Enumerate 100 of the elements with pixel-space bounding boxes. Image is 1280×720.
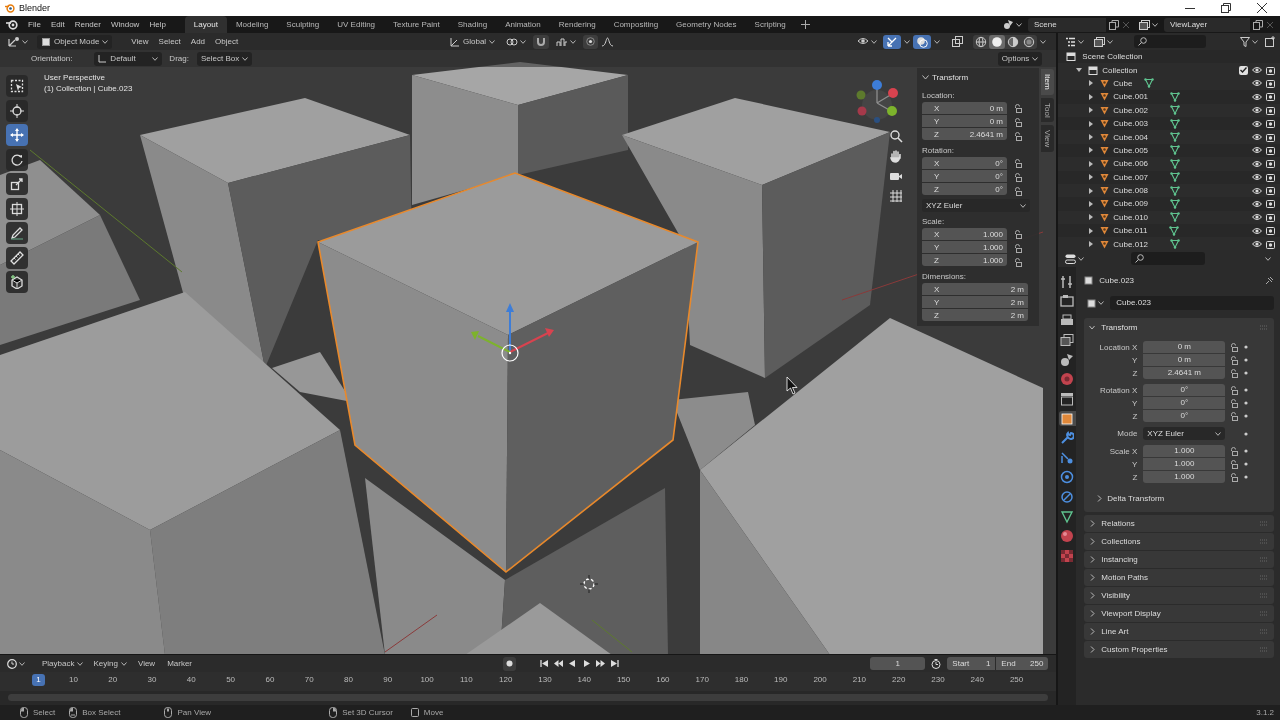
mesh-triangle-icon[interactable] bbox=[1170, 145, 1181, 156]
workspace-tab[interactable]: Modeling bbox=[226, 16, 278, 33]
camera-icon[interactable] bbox=[1266, 199, 1275, 209]
menu-item[interactable]: Help bbox=[144, 20, 171, 29]
disclosure-triangle-icon[interactable] bbox=[1088, 134, 1095, 141]
menu-item[interactable]: Marker bbox=[162, 659, 198, 669]
number-field[interactable]: 2.4641 m bbox=[1143, 367, 1226, 379]
menu-item[interactable]: View bbox=[126, 37, 154, 46]
menu-item[interactable]: File bbox=[23, 20, 46, 29]
duplicate-icon[interactable] bbox=[1109, 19, 1119, 30]
disclosure-triangle-icon[interactable] bbox=[1088, 227, 1095, 234]
workspace-tab[interactable]: Texture Paint bbox=[384, 16, 449, 33]
eye-icon[interactable] bbox=[1252, 133, 1262, 142]
select-box-tool-button[interactable] bbox=[6, 75, 28, 97]
overlay-toggle[interactable] bbox=[913, 34, 932, 49]
keyframe-dot-icon[interactable] bbox=[1244, 371, 1249, 375]
mesh-triangle-icon[interactable] bbox=[1170, 199, 1181, 209]
current-frame-field[interactable]: 1 bbox=[870, 657, 926, 671]
outliner-item[interactable]: Cube.004 bbox=[1113, 132, 1149, 142]
outliner-item[interactable]: Cube.005 bbox=[1113, 145, 1149, 155]
number-field[interactable]: X 2 m bbox=[922, 283, 1028, 295]
outliner-item[interactable]: Cube.012 bbox=[1113, 239, 1149, 249]
playhead[interactable]: 1 bbox=[32, 674, 45, 687]
scene-properties-tab[interactable] bbox=[1058, 352, 1076, 368]
mesh-triangle-icon[interactable] bbox=[1170, 118, 1181, 129]
next-keyframe-icon[interactable] bbox=[596, 659, 606, 669]
disclosure-triangle-icon[interactable] bbox=[1088, 174, 1095, 181]
object-properties-tab[interactable] bbox=[1058, 411, 1076, 427]
disclosure-triangle-icon[interactable] bbox=[1088, 187, 1095, 194]
disclosure-triangle-icon[interactable] bbox=[1088, 214, 1095, 221]
disclosure-triangle-icon[interactable] bbox=[1088, 147, 1095, 154]
scene-field[interactable]: Scene bbox=[1028, 17, 1106, 32]
checkbox[interactable] bbox=[1239, 65, 1248, 75]
eye-icon[interactable] bbox=[1252, 226, 1262, 235]
panel-header[interactable]: Motion Paths bbox=[1084, 568, 1274, 586]
menu-item[interactable]: Edit bbox=[45, 20, 70, 29]
rotation-mode-dropdown[interactable]: XYZ Euler bbox=[922, 199, 1030, 212]
camera-icon[interactable] bbox=[1266, 159, 1275, 169]
outliner-item[interactable]: Cube.008 bbox=[1113, 186, 1149, 196]
camera-icon[interactable] bbox=[1266, 239, 1275, 249]
number-field[interactable]: 1.000 bbox=[1143, 458, 1226, 470]
mesh-triangle-icon[interactable] bbox=[1170, 172, 1181, 183]
close-icon[interactable] bbox=[1257, 3, 1267, 13]
panel-header[interactable]: Viewport Display bbox=[1084, 604, 1274, 622]
panel-header[interactable]: Collections bbox=[1084, 532, 1274, 550]
mesh-triangle-icon[interactable] bbox=[1169, 225, 1180, 236]
camera-icon[interactable] bbox=[1266, 226, 1275, 236]
number-field[interactable]: Y 2 m bbox=[922, 296, 1028, 308]
number-field[interactable]: 0 m bbox=[1143, 354, 1226, 366]
number-field[interactable]: Y 0 m bbox=[922, 115, 1007, 127]
mesh-triangle-icon[interactable] bbox=[1170, 158, 1181, 169]
disclosure-triangle-icon[interactable] bbox=[1088, 80, 1095, 87]
keyframe-dot-icon[interactable] bbox=[1244, 462, 1249, 466]
eye-icon[interactable] bbox=[1252, 240, 1262, 249]
number-field[interactable]: Z 1.000 bbox=[922, 254, 1007, 266]
move-gizmo-icon[interactable] bbox=[471, 303, 554, 362]
snap-button[interactable] bbox=[533, 34, 550, 49]
number-field[interactable]: 0 m bbox=[1143, 341, 1226, 353]
cursor-tool-button[interactable] bbox=[6, 99, 28, 122]
keyframe-dot-icon[interactable] bbox=[1244, 449, 1249, 453]
mesh-triangle-icon[interactable] bbox=[1170, 212, 1181, 223]
number-field[interactable]: Z 0° bbox=[922, 183, 1007, 195]
search-field[interactable] bbox=[1131, 252, 1206, 265]
disclosure-triangle-icon[interactable] bbox=[1088, 107, 1095, 114]
eye-icon[interactable] bbox=[1252, 92, 1262, 101]
hand-icon[interactable] bbox=[889, 149, 903, 163]
keyframe-dot-icon[interactable] bbox=[1244, 475, 1249, 479]
number-field[interactable]: 0° bbox=[1143, 397, 1226, 409]
menu-dropdown[interactable]: Keying bbox=[89, 656, 131, 671]
orientation-dropdown[interactable]: Global bbox=[446, 34, 500, 49]
menu-item[interactable]: Add bbox=[185, 37, 211, 46]
disclosure-triangle-icon[interactable] bbox=[1076, 67, 1083, 74]
menu-item[interactable]: Render bbox=[69, 20, 106, 29]
collection-properties-tab[interactable] bbox=[1058, 391, 1076, 407]
panel-header[interactable]: Visibility bbox=[1084, 586, 1274, 604]
camera-icon[interactable] bbox=[1266, 145, 1275, 155]
workspace-tab[interactable]: Scripting bbox=[745, 16, 795, 33]
number-field[interactable]: X 0° bbox=[922, 157, 1007, 169]
physics-properties-tab[interactable] bbox=[1058, 469, 1076, 485]
mesh-triangle-icon[interactable] bbox=[1170, 91, 1181, 102]
workspace-tab[interactable]: UV Editing bbox=[328, 16, 385, 33]
eye-icon[interactable] bbox=[1252, 106, 1262, 115]
menu-item[interactable]: Select bbox=[153, 37, 186, 46]
eye-icon[interactable] bbox=[1252, 173, 1262, 182]
outliner-item[interactable]: Scene Collection bbox=[1082, 52, 1143, 62]
previous-keyframe-icon[interactable] bbox=[554, 659, 564, 669]
solid-shading-button[interactable] bbox=[989, 34, 1006, 49]
view-layer-properties-tab[interactable] bbox=[1058, 332, 1076, 348]
eye-icon[interactable] bbox=[1252, 200, 1262, 208]
keyframe-dot-icon[interactable] bbox=[1244, 358, 1249, 362]
number-field[interactable]: 0° bbox=[1143, 384, 1226, 396]
end-frame-field[interactable]: End 250 bbox=[996, 657, 1049, 671]
eye-icon[interactable] bbox=[1252, 159, 1262, 168]
panel-header[interactable]: Transform bbox=[1084, 318, 1274, 336]
camera-icon[interactable] bbox=[1266, 186, 1275, 196]
panel-header[interactable]: Relations bbox=[1084, 514, 1274, 532]
keyframe-dot-icon[interactable] bbox=[1244, 431, 1249, 436]
workspace-tab[interactable]: Compositing bbox=[604, 16, 668, 33]
search-field[interactable] bbox=[1134, 35, 1207, 48]
pin-icon[interactable] bbox=[1265, 275, 1274, 285]
